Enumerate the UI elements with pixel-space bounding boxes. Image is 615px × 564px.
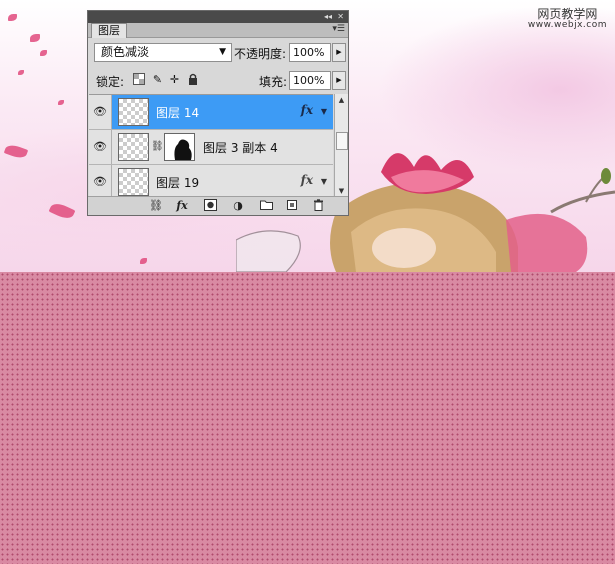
layer-row[interactable]: 👁 图层 14 fx ▼ xyxy=(89,95,333,130)
layer-row[interactable]: 👁 图层 19 fx ▼ xyxy=(89,165,333,198)
layers-scrollbar[interactable]: ▲ ▼ xyxy=(334,94,348,197)
group-folder-icon[interactable] xyxy=(258,199,274,213)
expand-arrow-icon[interactable]: ▼ xyxy=(321,177,327,186)
opacity-label: 不透明度: xyxy=(234,47,287,61)
adjustment-layer-icon[interactable]: ◑ xyxy=(230,199,246,213)
fx-icon[interactable]: fx xyxy=(301,103,313,117)
scroll-thumb[interactable] xyxy=(336,132,348,150)
eye-icon[interactable]: 👁 xyxy=(89,95,112,129)
petal xyxy=(18,70,24,75)
lock-row: 锁定: ✎ ✛ 填充: 100% ▶ xyxy=(92,69,346,91)
petal xyxy=(3,142,29,161)
tab-layers[interactable]: 图层 xyxy=(91,23,127,38)
close-icon[interactable]: ✕ xyxy=(337,11,344,23)
layer-thumbnail xyxy=(118,133,149,161)
dotted-pattern-fill xyxy=(0,272,615,564)
layers-list: 👁 图层 14 fx ▼ 👁 ⛓ 图层 3 副本 4 👁 图层 19 fx ▼ xyxy=(89,94,333,198)
watermark-url: www.webjx.com xyxy=(527,20,607,31)
blend-row: 颜色减淡 ▼ 不透明度: 100% ▶ xyxy=(92,42,346,64)
layer-name: 图层 3 副本 4 xyxy=(203,141,278,155)
layer-name: 图层 14 xyxy=(156,106,200,120)
panel-tab-row: 图层 ▾☰ xyxy=(88,23,348,38)
layer-mask-thumbnail[interactable] xyxy=(164,133,195,161)
petal xyxy=(58,100,64,105)
eye-icon[interactable]: 👁 xyxy=(89,130,112,164)
expand-arrow-icon[interactable]: ▼ xyxy=(321,107,327,116)
double-left-arrow-icon[interactable]: ◂◂ xyxy=(324,11,332,23)
lock-all-icon[interactable] xyxy=(186,73,199,86)
add-style-fx-icon[interactable]: fx xyxy=(174,199,190,213)
layer-thumbnail xyxy=(118,168,149,196)
trash-icon[interactable] xyxy=(310,199,326,213)
fill-label: 填充: xyxy=(259,75,288,89)
watermark: 网页教学网 www.webjx.com xyxy=(527,7,607,31)
petal xyxy=(140,258,147,264)
fill-slider-toggle[interactable]: ▶ xyxy=(332,71,346,90)
lock-position-icon[interactable]: ✛ xyxy=(168,73,181,86)
lock-image-icon[interactable]: ✎ xyxy=(151,73,164,86)
petal xyxy=(40,50,47,56)
petal xyxy=(48,200,76,222)
blend-mode-value: 颜色减淡 xyxy=(101,45,150,59)
panel-bottom-toolbar: ⛓ fx ◑ xyxy=(88,196,348,215)
link-icon[interactable]: ⛓ xyxy=(151,141,164,152)
petal xyxy=(30,34,40,42)
chevron-down-icon: ▼ xyxy=(219,47,226,57)
opacity-slider-toggle[interactable]: ▶ xyxy=(332,43,346,62)
blend-mode-select[interactable]: 颜色减淡 ▼ xyxy=(94,43,232,62)
lock-transparent-icon[interactable] xyxy=(132,73,145,86)
petal xyxy=(8,14,17,21)
lock-label: 锁定: xyxy=(96,75,125,89)
opacity-input[interactable]: 100% xyxy=(289,43,331,62)
add-mask-icon[interactable] xyxy=(202,199,218,213)
layer-row[interactable]: 👁 ⛓ 图层 3 副本 4 xyxy=(89,130,333,165)
fill-input[interactable]: 100% xyxy=(289,71,331,90)
layer-thumbnail xyxy=(118,98,149,126)
fx-icon[interactable]: fx xyxy=(301,173,313,187)
link-layers-icon[interactable]: ⛓ xyxy=(148,199,164,213)
new-layer-icon[interactable] xyxy=(284,199,300,213)
panel-titlebar[interactable]: ◂◂ ✕ xyxy=(88,11,348,23)
layer-name: 图层 19 xyxy=(156,176,200,190)
layers-panel: ◂◂ ✕ 图层 ▾☰ 颜色减淡 ▼ 不透明度: 100% ▶ 锁定: ✎ ✛ 填… xyxy=(87,10,349,216)
scroll-up-icon[interactable]: ▲ xyxy=(335,94,348,106)
eye-icon[interactable]: 👁 xyxy=(89,165,112,198)
panel-menu-icon[interactable]: ▾☰ xyxy=(332,24,345,34)
